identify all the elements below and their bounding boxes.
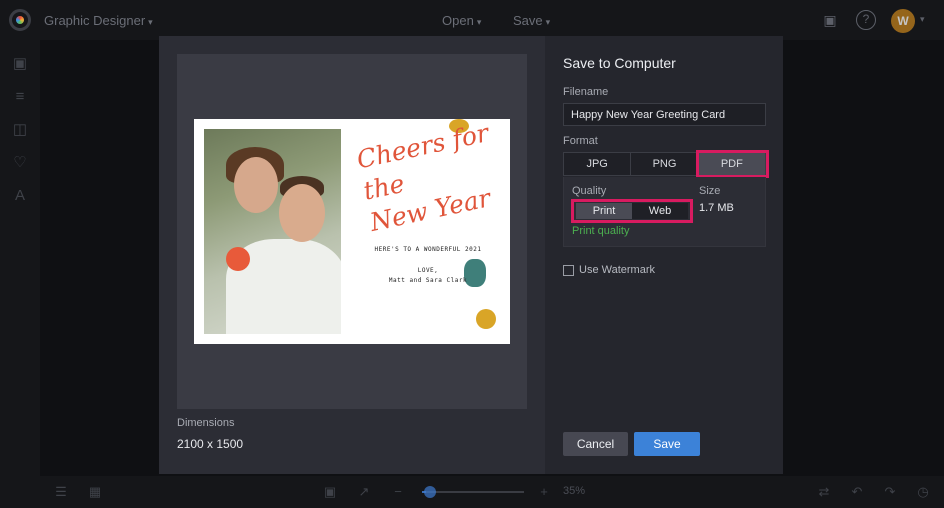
zoom-slider-handle[interactable] [424,486,436,498]
zoom-slider[interactable] [422,486,524,498]
fit-icon[interactable]: ▣ [321,483,339,501]
zoom-out-icon[interactable]: − [389,483,407,501]
avatar[interactable]: W [891,9,915,33]
top-bar: Graphic Designer ▾ Open ▾ Save ▾ ▣ ? W ▾ [0,0,944,40]
ornament-decoration [476,309,496,329]
dimensions-value: 2100 x 1500 [177,437,244,451]
card-line-3: Matt and Sara Clark [388,277,468,284]
format-png-button[interactable]: PNG [631,153,699,175]
open-menu[interactable]: Open ▾ [442,13,481,28]
template-icon[interactable]: ▦ [86,483,104,501]
text-icon[interactable]: A [10,186,30,206]
save-dialog: Cheers for the New Year HERE'S TO A WOND… [159,36,783,474]
preview-panel: Cheers for the New Year HERE'S TO A WOND… [159,36,545,474]
size-label: Size [699,185,721,197]
greeting-card-preview: Cheers for the New Year HERE'S TO A WOND… [194,119,510,344]
filename-input[interactable] [563,103,766,126]
chevron-down-icon: ▾ [545,17,551,27]
format-jpg-button[interactable]: JPG [564,153,632,175]
app-window: Graphic Designer ▾ Open ▾ Save ▾ ▣ ? W ▾ ▣ … [0,0,944,508]
undo-icon[interactable]: ↶ [848,483,866,501]
photo-detail [279,184,325,242]
quality-highlight-box [571,199,693,223]
photo-detail [234,157,278,213]
save-settings-panel: Save to Computer Filename Format JPG PNG… [545,36,783,474]
chevron-down-icon[interactable]: ▾ [920,14,925,25]
zoom-in-icon[interactable]: + [535,483,553,501]
zoom-level-label: 35% [563,485,586,497]
cancel-button[interactable]: Cancel [563,432,628,456]
layers-icon[interactable]: ☰ [52,483,70,501]
quality-section: Quality Print Web Print quality Size 1.7… [563,177,766,247]
quality-label: Quality [572,185,607,197]
redo-icon[interactable]: ↷ [881,483,899,501]
dimensions-label: Dimensions [177,417,235,429]
app-title[interactable]: Graphic Designer ▾ [44,13,153,28]
image-icon[interactable]: ▣ [10,54,30,74]
couple-photo [204,129,341,334]
pdf-highlight-box [696,150,769,178]
adjust-icon[interactable]: ≡ [10,87,30,107]
chat-icon[interactable]: ▣ [820,10,840,30]
size-value: 1.7 MB [699,202,734,214]
dialog-title: Save to Computer [563,55,676,71]
quality-hint: Print quality [572,225,630,237]
repeat-icon[interactable]: ⇄ [815,483,833,501]
bottom-bar: ☰ ▦ ▣ ↗ − + 35% ⇄ ↶ ↷ ◷ [0,476,944,508]
chevron-down-icon: ▾ [148,17,153,27]
app-logo-icon[interactable] [9,9,31,31]
save-menu[interactable]: Save ▾ [513,13,550,28]
watermark-checkbox[interactable] [563,264,574,276]
filename-label: Filename [563,86,609,98]
expand-icon[interactable]: ↗ [355,483,373,501]
card-headline: Cheers for the New Year [354,119,493,237]
heart-icon[interactable]: ♡ [10,153,30,173]
card-line-1: HERE'S TO A WONDERFUL 2021 [374,246,482,253]
chevron-down-icon: ▾ [476,17,482,27]
layout-icon[interactable]: ◫ [10,120,30,140]
help-icon[interactable]: ? [856,10,876,30]
card-line-2: LOVE, [417,267,439,274]
preview-frame: Cheers for the New Year HERE'S TO A WOND… [177,54,527,409]
watermark-row[interactable]: Use Watermark [563,263,655,277]
format-label: Format [563,135,598,147]
left-toolbar: ▣ ≡ ◫ ♡ A [0,40,40,476]
photo-detail [226,247,250,271]
watermark-label[interactable]: Use Watermark [579,264,655,276]
history-icon[interactable]: ◷ [914,483,932,501]
save-button[interactable]: Save [634,432,700,456]
